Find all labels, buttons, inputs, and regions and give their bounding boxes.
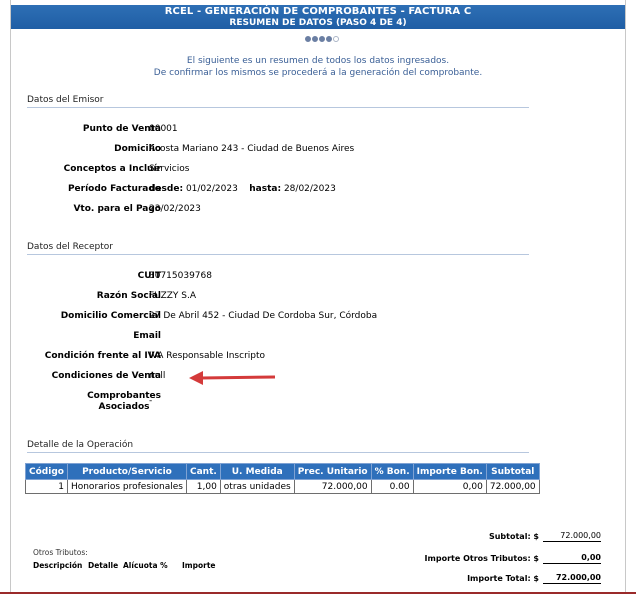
items-table: Código Producto/Servicio Cant. U. Medida… xyxy=(25,463,540,494)
hasta-label: hasta: xyxy=(249,184,282,194)
col-cantidad: Cant. xyxy=(185,463,221,480)
receptor-venta-row: Condiciones de Venta null xyxy=(27,371,587,385)
subtotal-value: 72.000,00 xyxy=(543,531,601,542)
condiciones-venta-label: Condiciones de Venta xyxy=(51,371,161,381)
receptor-cuit-row: CUIT 30715039768 xyxy=(27,271,587,285)
intro-text: El siguiente es un resumen de todos los … xyxy=(11,55,625,79)
hasta-value: 28/02/2023 xyxy=(283,184,336,194)
emisor-domicilio-value: Acosta Mariano 243 - Ciudad de Buenos Ai… xyxy=(149,144,355,154)
receptor-domicilio-row: Domicilio Comercial 27 De Abril 452 - Ci… xyxy=(27,311,587,325)
punto-venta-value: 00001 xyxy=(149,124,178,134)
step-dot-empty xyxy=(333,36,339,42)
col-codigo: Código xyxy=(25,463,68,480)
receptor-section-title: Datos del Receptor xyxy=(27,242,113,252)
otros-tributos-col-detalle: Detalle xyxy=(88,561,119,570)
importe-total-label: Importe Total: $ xyxy=(467,574,539,583)
step-progress-indicator xyxy=(305,36,339,42)
emisor-domicilio-row: Domicilio Acosta Mariano 243 - Ciudad de… xyxy=(27,144,587,158)
conceptos-value: Servicios xyxy=(149,164,190,174)
col-producto: Producto/Servicio xyxy=(66,463,187,480)
conceptos-label: Conceptos a Incluír xyxy=(63,164,161,174)
cell-importe-bonificacion: 0,00 xyxy=(412,479,487,494)
cuit-value: 30715039768 xyxy=(149,271,212,281)
emisor-punto-venta-row: Punto de Venta 00001 xyxy=(27,124,587,138)
condicion-iva-label: Condición frente al IVA xyxy=(44,351,161,361)
comprobantes-asociados-value: - xyxy=(149,396,153,406)
step-dot-filled xyxy=(326,36,332,42)
cell-subtotal: 72.000,00 xyxy=(485,479,540,494)
emisor-section-divider xyxy=(27,107,529,108)
desde-label: desde: xyxy=(149,184,184,194)
invoice-summary-panel: RCEL - GENERACIÓN DE COMPROBANTES - FACT… xyxy=(10,0,626,594)
step-dot-filled xyxy=(319,36,325,42)
receptor-section-divider xyxy=(27,254,529,255)
col-importe-bonificacion: Importe Bon. xyxy=(412,463,487,480)
page-title: RCEL - GENERACIÓN DE COMPROBANTES - FACT… xyxy=(164,6,472,17)
annotation-arrow-icon xyxy=(189,371,276,385)
operacion-section-title: Detalle de la Operación xyxy=(27,440,134,450)
email-label: Email xyxy=(133,331,161,341)
cell-precio-unitario: 72.000,00 xyxy=(293,479,372,494)
otros-tributos-col-descripcion: Descripción xyxy=(33,561,83,570)
periodo-value: desde: 01/02/2023 hasta: 28/02/2023 xyxy=(149,184,336,194)
receptor-comprobantes-row: Comprobantes Asociados - xyxy=(27,391,587,417)
operacion-section-divider xyxy=(27,452,529,453)
receptor-iva-row: Condición frente al IVA IVA Responsable … xyxy=(27,351,587,365)
cell-bonificacion: 0.00 xyxy=(370,479,414,494)
emisor-periodo-row: Período Facturado desde: 01/02/2023 hast… xyxy=(27,184,587,198)
receptor-razon-row: Razón Social FUZZY S.A xyxy=(27,291,587,305)
periodo-label: Período Facturado xyxy=(67,184,161,194)
intro-line-2: De confirmar los mismos se procederá a l… xyxy=(153,68,483,78)
col-subtotal: Subtotal xyxy=(485,463,540,480)
step-dot-filled xyxy=(305,36,311,42)
importe-total-value: 72.000,00 xyxy=(543,573,601,584)
domicilio-comercial-value: 27 De Abril 452 - Ciudad De Cordoba Sur,… xyxy=(149,311,378,321)
emisor-conceptos-row: Conceptos a Incluír Servicios xyxy=(27,164,587,178)
desde-value: 01/02/2023 xyxy=(185,184,238,194)
vto-value: 23/02/2023 xyxy=(149,204,201,214)
intro-line-1: El siguiente es un resumen de todos los … xyxy=(186,56,450,66)
col-precio-unitario: Prec. Unitario xyxy=(293,463,372,480)
cell-unidad-medida: otras unidades xyxy=(219,479,295,494)
page-subtitle: RESUMEN DE DATOS (PASO 4 DE 4) xyxy=(229,18,407,28)
otros-tributos-col-importe: Importe xyxy=(182,561,216,570)
vto-label: Vto. para el Pago xyxy=(73,204,161,214)
emisor-section-title: Datos del Emisor xyxy=(27,95,104,105)
domicilio-comercial-label: Domicilio Comercial xyxy=(60,311,161,321)
condicion-iva-value: IVA Responsable Inscripto xyxy=(149,351,266,361)
step-dot-filled xyxy=(312,36,318,42)
col-unidad-medida: U. Medida xyxy=(219,463,295,480)
header-bar: RCEL - GENERACIÓN DE COMPROBANTES - FACT… xyxy=(11,5,625,29)
cell-codigo: 1 xyxy=(25,479,68,494)
cell-producto: Honorarios profesionales xyxy=(66,479,187,494)
emisor-vto-row: Vto. para el Pago 23/02/2023 xyxy=(27,204,587,218)
otros-tributos-total-label: Importe Otros Tributos: $ xyxy=(424,554,539,563)
table-row: 1 Honorarios profesionales 1,00 otras un… xyxy=(25,479,540,494)
otros-tributos-total-value: 0,00 xyxy=(543,553,601,564)
condiciones-venta-value: null xyxy=(149,371,166,381)
otros-tributos-title: Otros Tributos: xyxy=(33,548,88,557)
subtotal-label: Subtotal: $ xyxy=(488,532,539,541)
razon-social-value: FUZZY S.A xyxy=(149,291,197,301)
items-table-header: Código Producto/Servicio Cant. U. Medida… xyxy=(25,463,540,480)
otros-tributos-col-alicuota: Alícuota % xyxy=(123,561,168,570)
receptor-email-row: Email xyxy=(27,331,587,345)
cell-cantidad: 1,00 xyxy=(185,479,221,494)
col-bonificacion: % Bon. xyxy=(370,463,414,480)
